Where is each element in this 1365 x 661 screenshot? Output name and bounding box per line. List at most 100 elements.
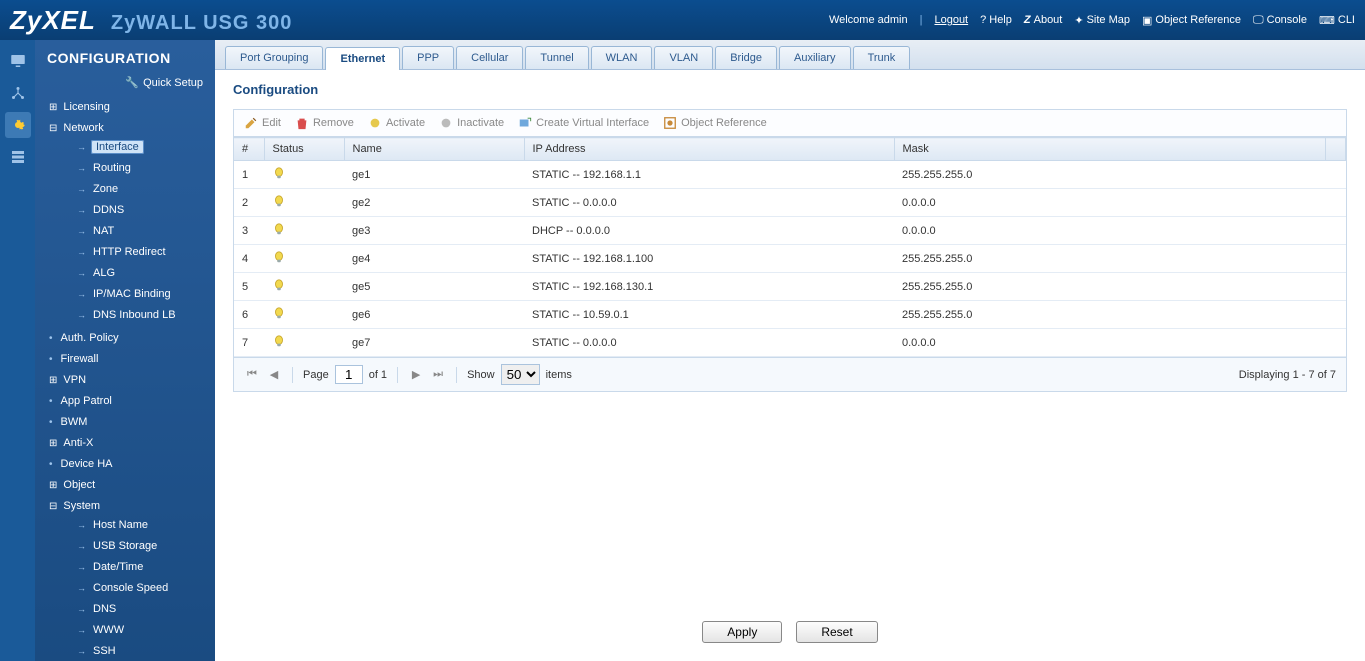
tree-app-patrol[interactable]: App Patrol	[35, 391, 215, 412]
tab-bridge[interactable]: Bridge	[715, 46, 777, 69]
tree-date-time[interactable]: Date/Time	[63, 557, 215, 578]
tree-console-speed[interactable]: Console Speed	[63, 578, 215, 599]
console-link[interactable]: 🖵Console	[1253, 14, 1307, 27]
tree-http-redirect[interactable]: HTTP Redirect	[63, 242, 215, 263]
next-page-button[interactable]: ▶	[408, 367, 424, 383]
tab-tunnel[interactable]: Tunnel	[525, 46, 588, 69]
tree-device-ha[interactable]: Device HA	[35, 454, 215, 475]
tree-vpn[interactable]: VPN	[35, 370, 215, 391]
tree-ssh[interactable]: SSH	[63, 641, 215, 661]
tree-licensing[interactable]: Licensing	[35, 97, 215, 118]
cli-icon: ⌨	[1319, 14, 1335, 27]
cell-num: 7	[234, 329, 264, 357]
tree-routing[interactable]: Routing	[63, 158, 215, 179]
bulb-icon	[272, 171, 286, 183]
topbar-right: Welcome admin | Logout ?Help ZAbout ✦Sit…	[829, 14, 1355, 27]
cell-num: 6	[234, 301, 264, 329]
last-page-button[interactable]: ⏭	[430, 367, 446, 383]
product-name: ZyWALL USG 300	[111, 12, 292, 35]
cell-status	[264, 329, 344, 357]
cell-name: ge7	[344, 329, 524, 357]
first-page-button[interactable]: ⏮	[244, 367, 260, 383]
tab-vlan[interactable]: VLAN	[654, 46, 713, 69]
prev-page-button[interactable]: ◀	[266, 367, 282, 383]
rail-config-icon[interactable]	[5, 112, 31, 138]
tree-nat[interactable]: NAT	[63, 221, 215, 242]
tree-system[interactable]: System Host Name USB Storage Date/Time C…	[35, 496, 215, 661]
tab-cellular[interactable]: Cellular	[456, 46, 523, 69]
rail-monitor-icon[interactable]	[5, 48, 31, 74]
rail-maintenance-icon[interactable]	[5, 144, 31, 170]
cell-num: 1	[234, 161, 264, 189]
cli-link[interactable]: ⌨CLI	[1319, 14, 1355, 27]
objectref-link[interactable]: ▣Object Reference	[1142, 14, 1241, 27]
edit-button[interactable]: Edit	[244, 116, 281, 130]
separator: |	[920, 14, 923, 26]
content: Port Grouping Ethernet PPP Cellular Tunn…	[215, 40, 1365, 661]
table-row[interactable]: 3ge3DHCP -- 0.0.0.00.0.0.0	[234, 217, 1346, 245]
cell-ip: STATIC -- 0.0.0.0	[524, 189, 894, 217]
sitemap-icon: ✦	[1074, 14, 1083, 27]
bulb-icon	[272, 227, 286, 239]
tree-object[interactable]: Object	[35, 475, 215, 496]
help-link[interactable]: ?Help	[980, 14, 1012, 26]
tab-trunk[interactable]: Trunk	[853, 46, 911, 69]
quick-setup-link[interactable]: 🔧 Quick Setup	[35, 72, 215, 97]
page-size-select[interactable]: 50	[501, 364, 540, 385]
table-row[interactable]: 4ge4STATIC -- 192.168.1.100255.255.255.0	[234, 245, 1346, 273]
table-row[interactable]: 1ge1STATIC -- 192.168.1.1255.255.255.0	[234, 161, 1346, 189]
brand-logo: ZyXEL	[10, 5, 96, 36]
col-num[interactable]: #	[234, 138, 264, 161]
about-link[interactable]: ZAbout	[1024, 14, 1062, 26]
table-row[interactable]: 5ge5STATIC -- 192.168.130.1255.255.255.0	[234, 273, 1346, 301]
tree-interface[interactable]: Interface	[63, 137, 215, 158]
tree-dns-inbound-lb[interactable]: DNS Inbound LB	[63, 305, 215, 326]
tree-alg[interactable]: ALG	[63, 263, 215, 284]
tree-ipmac-binding[interactable]: IP/MAC Binding	[63, 284, 215, 305]
grid-panel: Edit Remove Activate Inactivate Create V…	[233, 109, 1347, 392]
tree-usb-storage[interactable]: USB Storage	[63, 536, 215, 557]
bulb-icon	[272, 339, 286, 351]
tree-bwm[interactable]: BWM	[35, 412, 215, 433]
tab-ethernet[interactable]: Ethernet	[325, 47, 400, 70]
rail-network-icon[interactable]	[5, 80, 31, 106]
about-icon: Z	[1024, 14, 1031, 26]
table-row[interactable]: 6ge6STATIC -- 10.59.0.1255.255.255.0	[234, 301, 1346, 329]
create-virtual-button[interactable]: Create Virtual Interface	[518, 116, 649, 130]
cell-mask: 255.255.255.0	[894, 301, 1326, 329]
tree-zone[interactable]: Zone	[63, 179, 215, 200]
logout-link[interactable]: Logout	[934, 14, 968, 26]
panel-title: Configuration	[215, 70, 1365, 103]
tree-firewall[interactable]: Firewall	[35, 349, 215, 370]
activate-button[interactable]: Activate	[368, 116, 425, 130]
cell-status	[264, 217, 344, 245]
table-row[interactable]: 2ge2STATIC -- 0.0.0.00.0.0.0	[234, 189, 1346, 217]
bulb-icon	[272, 283, 286, 295]
tree-www[interactable]: WWW	[63, 620, 215, 641]
inactivate-button[interactable]: Inactivate	[439, 116, 504, 130]
object-reference-button[interactable]: Object Reference	[663, 116, 767, 130]
remove-button[interactable]: Remove	[295, 116, 354, 130]
cell-status	[264, 301, 344, 329]
tree-host-name[interactable]: Host Name	[63, 515, 215, 536]
tree-network[interactable]: Network Interface Routing Zone DDNS NAT …	[35, 118, 215, 328]
sitemap-link[interactable]: ✦Site Map	[1074, 14, 1130, 27]
apply-button[interactable]: Apply	[702, 621, 782, 643]
display-info: Displaying 1 - 7 of 7	[1239, 369, 1336, 381]
col-name[interactable]: Name	[344, 138, 524, 161]
tree-anti-x[interactable]: Anti-X	[35, 433, 215, 454]
tree-dns[interactable]: DNS	[63, 599, 215, 620]
tab-port-grouping[interactable]: Port Grouping	[225, 46, 323, 69]
col-status[interactable]: Status	[264, 138, 344, 161]
tab-auxiliary[interactable]: Auxiliary	[779, 46, 851, 69]
col-mask[interactable]: Mask	[894, 138, 1326, 161]
page-input[interactable]	[335, 365, 363, 384]
tab-wlan[interactable]: WLAN	[591, 46, 653, 69]
col-ip[interactable]: IP Address	[524, 138, 894, 161]
tab-ppp[interactable]: PPP	[402, 46, 454, 69]
tree-ddns[interactable]: DDNS	[63, 200, 215, 221]
table-row[interactable]: 7ge7STATIC -- 0.0.0.00.0.0.0	[234, 329, 1346, 357]
bottom-buttons: Apply Reset	[215, 609, 1365, 661]
tree-auth-policy[interactable]: Auth. Policy	[35, 328, 215, 349]
reset-button[interactable]: Reset	[796, 621, 877, 643]
